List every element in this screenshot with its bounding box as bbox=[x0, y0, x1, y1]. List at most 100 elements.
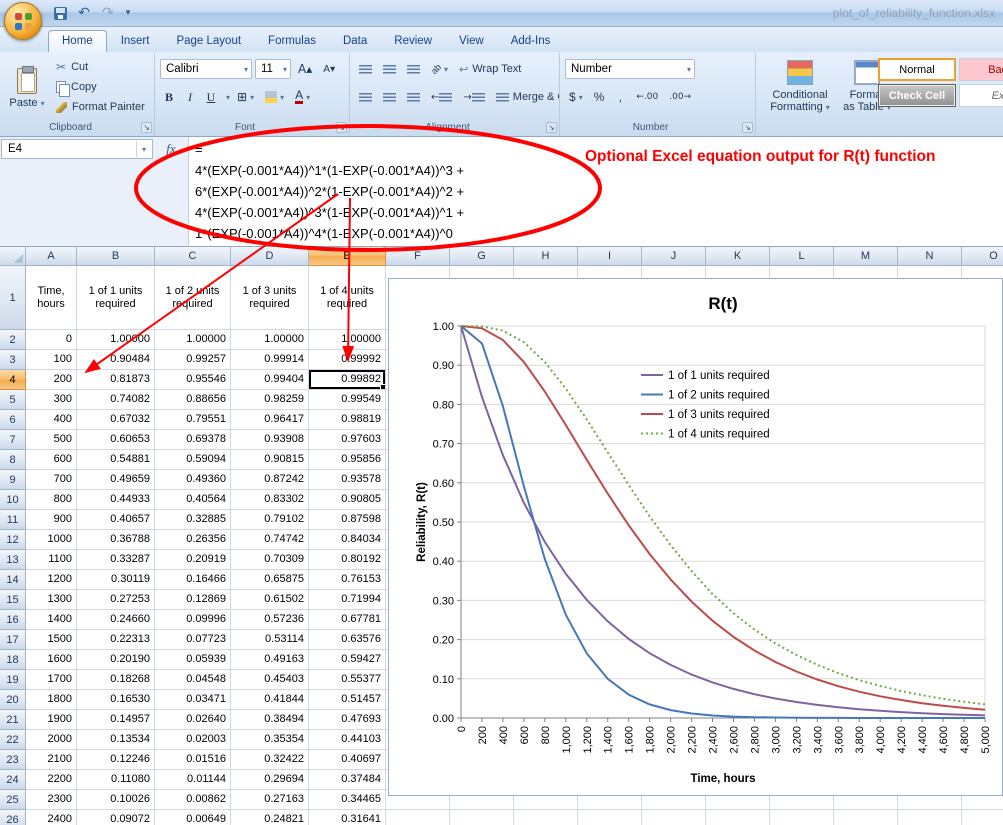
qat-customize-dropdown-icon[interactable]: ▾ bbox=[122, 3, 134, 23]
cell-B20[interactable]: 0.16530 bbox=[77, 690, 155, 710]
align-bottom-button[interactable] bbox=[403, 59, 424, 79]
cell-C14[interactable]: 0.16466 bbox=[155, 570, 231, 590]
cell-A25[interactable]: 2300 bbox=[26, 790, 77, 810]
cell-B1[interactable]: 1 of 1 units required bbox=[77, 266, 155, 330]
copy-button[interactable]: Copy bbox=[53, 77, 148, 97]
row-header-7[interactable]: 7 bbox=[0, 430, 26, 450]
cell-C23[interactable]: 0.01516 bbox=[155, 750, 231, 770]
column-header-K[interactable]: K bbox=[706, 247, 770, 266]
row-header-3[interactable]: 3 bbox=[0, 350, 26, 370]
cell-A1[interactable]: Time, hours bbox=[26, 266, 77, 330]
cell-A24[interactable]: 2200 bbox=[26, 770, 77, 790]
cell-E19[interactable]: 0.55377 bbox=[309, 670, 386, 690]
cell-D3[interactable]: 0.99914 bbox=[231, 350, 309, 370]
cell-A15[interactable]: 1300 bbox=[26, 590, 77, 610]
align-left-button[interactable] bbox=[355, 87, 376, 107]
cell-A18[interactable]: 1600 bbox=[26, 650, 77, 670]
font-dialog-launcher[interactable]: ↘ bbox=[336, 122, 347, 133]
cell-B3[interactable]: 0.90484 bbox=[77, 350, 155, 370]
cell-style-explanatory[interactable]: Ex bbox=[959, 84, 1003, 107]
cell-M26[interactable] bbox=[834, 810, 898, 825]
cell-D1[interactable]: 1 of 3 units required bbox=[231, 266, 309, 330]
cell-B25[interactable]: 0.10026 bbox=[77, 790, 155, 810]
cell-C21[interactable]: 0.02640 bbox=[155, 710, 231, 730]
cell-style-normal[interactable]: Normal bbox=[878, 58, 956, 81]
cell-D19[interactable]: 0.45403 bbox=[231, 670, 309, 690]
column-header-G[interactable]: G bbox=[450, 247, 514, 266]
cell-B16[interactable]: 0.24660 bbox=[77, 610, 155, 630]
cell-C11[interactable]: 0.32885 bbox=[155, 510, 231, 530]
cell-B24[interactable]: 0.11080 bbox=[77, 770, 155, 790]
cell-D2[interactable]: 1.00000 bbox=[231, 330, 309, 350]
cell-H26[interactable] bbox=[514, 810, 578, 825]
row-header-13[interactable]: 13 bbox=[0, 550, 26, 570]
row-header-21[interactable]: 21 bbox=[0, 710, 26, 730]
cell-B12[interactable]: 0.36788 bbox=[77, 530, 155, 550]
cell-C4[interactable]: 0.95546 bbox=[155, 370, 231, 390]
cell-E9[interactable]: 0.93578 bbox=[309, 470, 386, 490]
row-header-15[interactable]: 15 bbox=[0, 590, 26, 610]
column-header-I[interactable]: I bbox=[578, 247, 642, 266]
cell-E13[interactable]: 0.80192 bbox=[309, 550, 386, 570]
cell-A14[interactable]: 1200 bbox=[26, 570, 77, 590]
cell-B21[interactable]: 0.14957 bbox=[77, 710, 155, 730]
cell-D25[interactable]: 0.27163 bbox=[231, 790, 309, 810]
italic-button[interactable]: I bbox=[181, 87, 199, 107]
row-header-16[interactable]: 16 bbox=[0, 610, 26, 630]
cell-B9[interactable]: 0.49659 bbox=[77, 470, 155, 490]
cell-A22[interactable]: 2000 bbox=[26, 730, 77, 750]
align-center-button[interactable] bbox=[379, 87, 400, 107]
column-header-N[interactable]: N bbox=[898, 247, 962, 266]
row-header-6[interactable]: 6 bbox=[0, 410, 26, 430]
cell-C9[interactable]: 0.49360 bbox=[155, 470, 231, 490]
cell-B6[interactable]: 0.67032 bbox=[77, 410, 155, 430]
cell-B7[interactable]: 0.60653 bbox=[77, 430, 155, 450]
cell-B4[interactable]: 0.81873 bbox=[77, 370, 155, 390]
row-header-4[interactable]: 4 bbox=[0, 370, 26, 390]
cell-E17[interactable]: 0.63576 bbox=[309, 630, 386, 650]
cell-E15[interactable]: 0.71994 bbox=[309, 590, 386, 610]
cell-A2[interactable]: 0 bbox=[26, 330, 77, 350]
cell-A12[interactable]: 1000 bbox=[26, 530, 77, 550]
cell-B22[interactable]: 0.13534 bbox=[77, 730, 155, 750]
column-header-J[interactable]: J bbox=[642, 247, 706, 266]
row-header-5[interactable]: 5 bbox=[0, 390, 26, 410]
column-header-H[interactable]: H bbox=[514, 247, 578, 266]
cell-E23[interactable]: 0.40697 bbox=[309, 750, 386, 770]
cell-D21[interactable]: 0.38494 bbox=[231, 710, 309, 730]
alignment-dialog-launcher[interactable]: ↘ bbox=[546, 122, 557, 133]
cell-D20[interactable]: 0.41844 bbox=[231, 690, 309, 710]
save-button[interactable] bbox=[50, 3, 70, 23]
wrap-text-button[interactable]: ↩Wrap Text bbox=[455, 59, 525, 79]
column-header-D[interactable]: D bbox=[231, 247, 309, 266]
cell-E25[interactable]: 0.34465 bbox=[309, 790, 386, 810]
cell-D26[interactable]: 0.24821 bbox=[231, 810, 309, 825]
cell-E5[interactable]: 0.99549 bbox=[309, 390, 386, 410]
cell-E3[interactable]: 0.99992 bbox=[309, 350, 386, 370]
cell-style-check-cell[interactable]: Check Cell bbox=[878, 84, 956, 107]
cell-E26[interactable]: 0.31641 bbox=[309, 810, 386, 825]
cell-A8[interactable]: 600 bbox=[26, 450, 77, 470]
cell-A6[interactable]: 400 bbox=[26, 410, 77, 430]
office-button[interactable] bbox=[4, 2, 42, 40]
decrease-indent-button[interactable]: ← bbox=[427, 87, 456, 107]
cell-D12[interactable]: 0.74742 bbox=[231, 530, 309, 550]
cell-A11[interactable]: 900 bbox=[26, 510, 77, 530]
row-header-8[interactable]: 8 bbox=[0, 450, 26, 470]
cell-C17[interactable]: 0.07723 bbox=[155, 630, 231, 650]
redo-button[interactable]: ↷ bbox=[98, 3, 118, 23]
cell-E18[interactable]: 0.59427 bbox=[309, 650, 386, 670]
tab-home[interactable]: Home bbox=[48, 30, 107, 52]
cell-E24[interactable]: 0.37484 bbox=[309, 770, 386, 790]
number-dialog-launcher[interactable]: ↘ bbox=[742, 122, 753, 133]
cell-F26[interactable] bbox=[386, 810, 450, 825]
cell-D15[interactable]: 0.61502 bbox=[231, 590, 309, 610]
row-header-18[interactable]: 18 bbox=[0, 650, 26, 670]
cell-N26[interactable] bbox=[898, 810, 962, 825]
bold-button[interactable]: B bbox=[160, 87, 178, 107]
cell-E2[interactable]: 1.00000 bbox=[309, 330, 386, 350]
font-family-select[interactable]: Calibri▾ bbox=[160, 59, 252, 79]
cell-C19[interactable]: 0.04548 bbox=[155, 670, 231, 690]
cell-K26[interactable] bbox=[706, 810, 770, 825]
cell-B18[interactable]: 0.20190 bbox=[77, 650, 155, 670]
